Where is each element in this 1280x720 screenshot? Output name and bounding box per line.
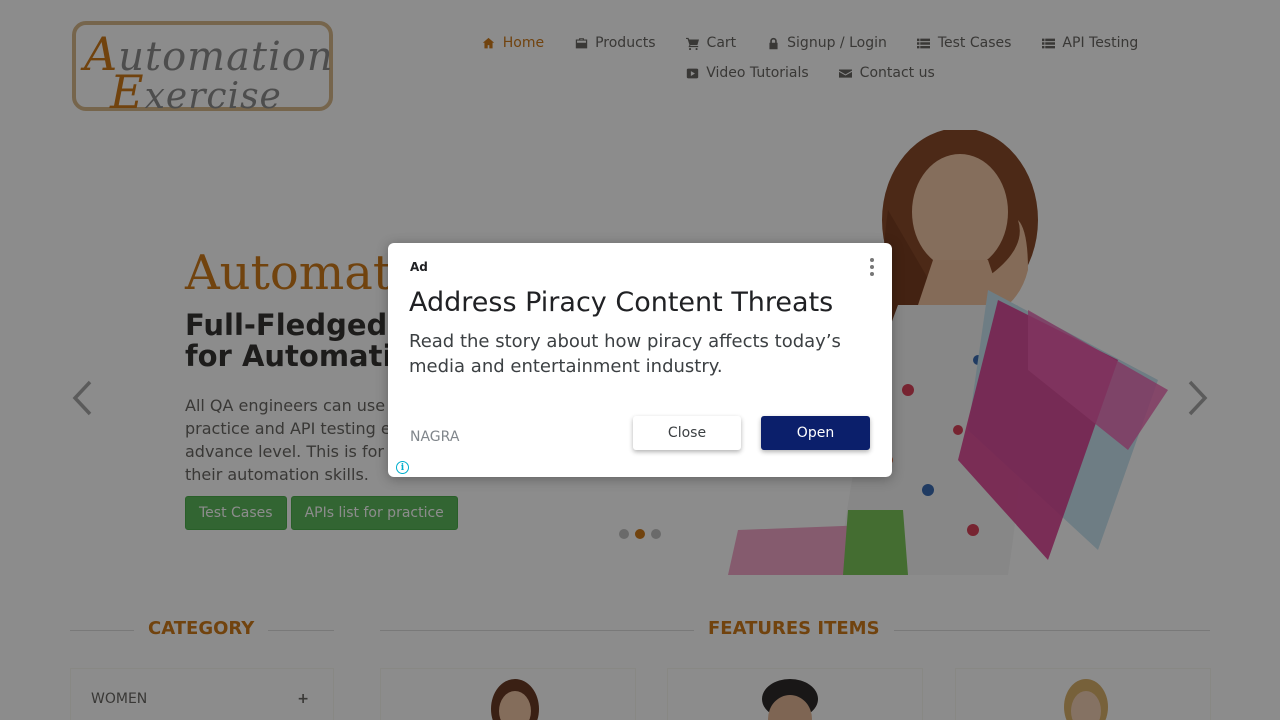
ad-label: Ad [410, 260, 428, 274]
ad-open-button[interactable]: Open [761, 416, 870, 450]
ad-headline[interactable]: Address Piracy Content Threats [409, 287, 833, 318]
ad-dialog: Ad Address Piracy Content Threats Read t… [388, 243, 892, 477]
ad-body-text: Read the story about how piracy affects … [409, 331, 841, 377]
ad-close-button[interactable]: Close [633, 416, 741, 450]
ad-info-icon[interactable]: i [396, 461, 409, 474]
more-options-icon[interactable] [867, 258, 877, 276]
ad-advertiser: NAGRA [410, 429, 460, 445]
